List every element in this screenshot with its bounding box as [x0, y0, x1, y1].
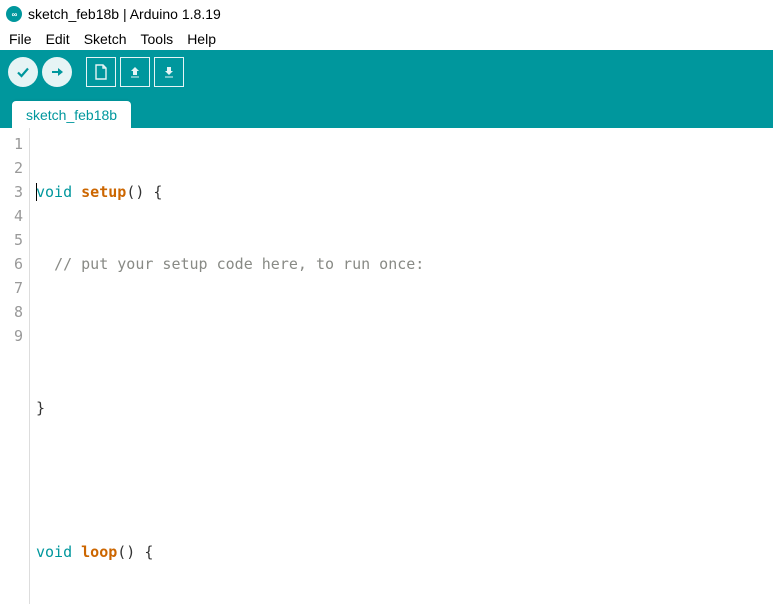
- menu-help[interactable]: Help: [180, 29, 223, 49]
- arrow-right-icon: [49, 64, 65, 80]
- keyword: void: [36, 183, 72, 201]
- comment: // put your setup code here, to run once…: [54, 255, 424, 273]
- arrow-down-icon: [162, 64, 176, 80]
- arduino-app-icon: ∞: [6, 6, 22, 22]
- code-area[interactable]: void setup() { // put your setup code he…: [30, 128, 773, 604]
- line-number: 1: [0, 132, 23, 156]
- function-name: loop: [81, 543, 117, 561]
- code-text: }: [36, 399, 45, 417]
- line-gutter: 1 2 3 4 5 6 7 8 9: [0, 128, 30, 604]
- line-number: 3: [0, 180, 23, 204]
- code-line: // put your setup code here, to run once…: [36, 252, 773, 276]
- save-button[interactable]: [154, 57, 184, 87]
- tab-bar: sketch_feb18b: [0, 94, 773, 128]
- code-line: void loop() {: [36, 540, 773, 564]
- line-number: 4: [0, 204, 23, 228]
- check-icon: [15, 64, 31, 80]
- code-text: [36, 255, 54, 273]
- tab-sketch[interactable]: sketch_feb18b: [12, 101, 131, 128]
- code-line: void setup() {: [36, 180, 773, 204]
- line-number: 2: [0, 156, 23, 180]
- keyword: void: [36, 543, 72, 561]
- line-number: 8: [0, 300, 23, 324]
- code-editor[interactable]: 1 2 3 4 5 6 7 8 9 void setup() { // put …: [0, 128, 773, 604]
- menu-file[interactable]: File: [2, 29, 39, 49]
- new-button[interactable]: [86, 57, 116, 87]
- line-number: 5: [0, 228, 23, 252]
- menu-bar: File Edit Sketch Tools Help: [0, 28, 773, 50]
- code-line: [36, 468, 773, 492]
- window-titlebar: ∞ sketch_feb18b | Arduino 1.8.19: [0, 0, 773, 28]
- code-text: () {: [117, 543, 153, 561]
- code-text: () {: [126, 183, 162, 201]
- toolbar: [0, 50, 773, 94]
- upload-button[interactable]: [42, 57, 72, 87]
- window-title: sketch_feb18b | Arduino 1.8.19: [28, 6, 221, 22]
- open-button[interactable]: [120, 57, 150, 87]
- arrow-up-icon: [128, 64, 142, 80]
- code-text: [72, 183, 81, 201]
- menu-edit[interactable]: Edit: [39, 29, 77, 49]
- code-line: [36, 324, 773, 348]
- code-text: [72, 543, 81, 561]
- file-icon: [94, 64, 108, 80]
- code-line: }: [36, 396, 773, 420]
- verify-button[interactable]: [8, 57, 38, 87]
- menu-sketch[interactable]: Sketch: [77, 29, 134, 49]
- function-name: setup: [81, 183, 126, 201]
- line-number: 7: [0, 276, 23, 300]
- menu-tools[interactable]: Tools: [134, 29, 181, 49]
- line-number: 9: [0, 324, 23, 348]
- line-number: 6: [0, 252, 23, 276]
